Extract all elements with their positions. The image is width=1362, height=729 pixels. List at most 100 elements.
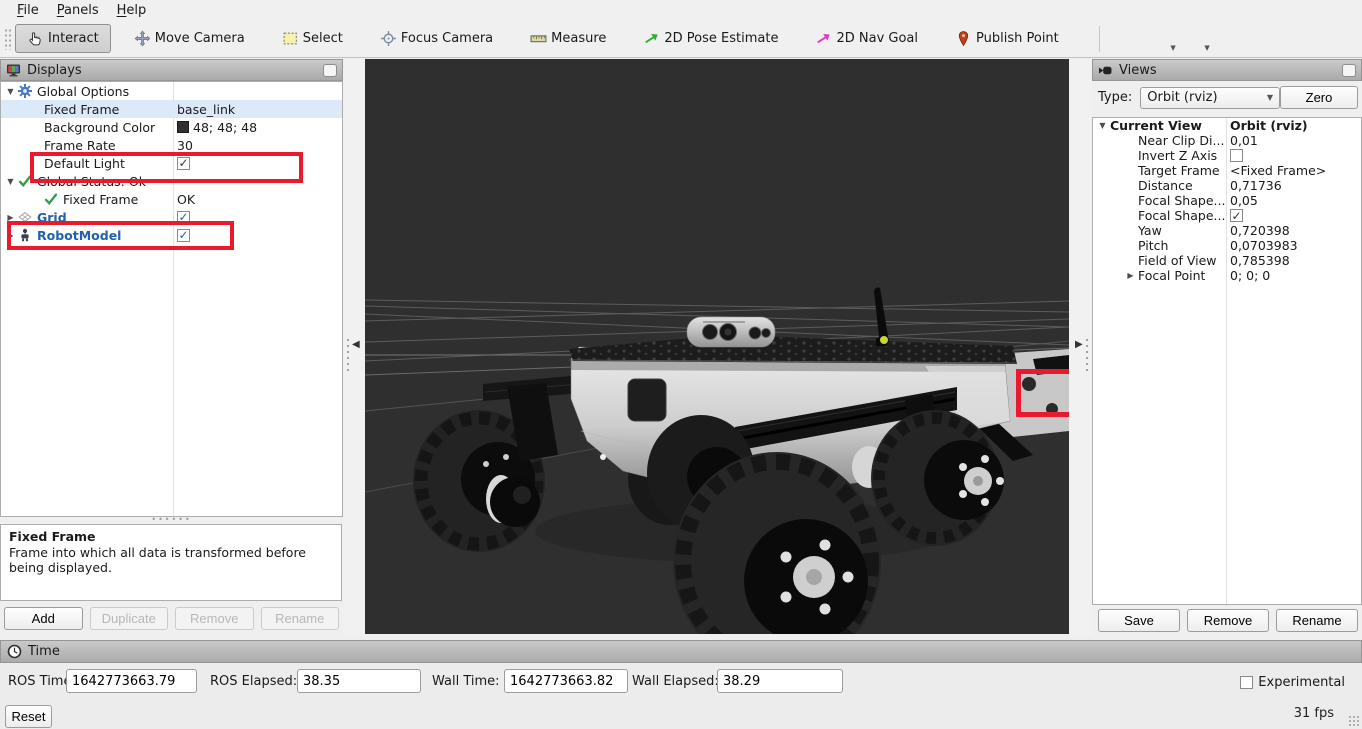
row-value[interactable]: <Fixed Frame> (1230, 163, 1326, 178)
row-value[interactable]: ✓ (177, 211, 190, 224)
fps-counter: 31 fps (1294, 706, 1334, 721)
expander-down-icon[interactable]: ▼ (1095, 121, 1110, 130)
tool-publish-point[interactable]: Publish Point (950, 24, 1064, 53)
toolbar-drag-handle[interactable] (4, 28, 11, 50)
reset-button[interactable]: Reset (5, 705, 52, 728)
window-resize-grip[interactable] (1348, 715, 1360, 727)
expander-right-icon[interactable]: ▶ (3, 213, 18, 222)
tree-row-target-frame[interactable]: Target Frame<Fixed Frame> (1093, 163, 1361, 178)
tree-row-fixed-frame[interactable]: Fixed FrameOK (1, 190, 342, 208)
tree-row-global-options[interactable]: ▼Global Options (1, 82, 342, 100)
tree-row-near-clip-di[interactable]: Near Clip Di... 0,01 (1093, 133, 1361, 148)
tree-row-grid[interactable]: ▶Grid✓ (1, 208, 342, 226)
time-panel-title-text: Time (28, 644, 60, 659)
row-value[interactable] (1230, 149, 1243, 162)
expander-right-icon[interactable]: ▶ (3, 231, 18, 240)
row-value[interactable]: 0,785398 (1230, 253, 1290, 268)
ros-time-input[interactable] (66, 669, 197, 693)
checkbox-unchecked[interactable] (1230, 149, 1243, 162)
tree-row-current-view[interactable]: ▼Current ViewOrbit (rviz) (1093, 118, 1361, 133)
ros-elapsed-input[interactable] (297, 669, 421, 693)
row-value[interactable]: 30 (177, 138, 193, 153)
menu-bar: FilePanelsHelp (0, 0, 1362, 20)
checkbox-checked[interactable]: ✓ (177, 229, 190, 242)
tree-row-global-status-ok[interactable]: ▼Global Status: Ok (1, 172, 342, 190)
row-value[interactable]: 0,01 (1230, 133, 1258, 148)
magenta-arrow-icon (815, 30, 832, 47)
left-panel-splitter[interactable]: ◀ (343, 59, 365, 635)
tree-row-default-light[interactable]: Default Light ✓ (1, 154, 342, 172)
tree-row-invert-z-axis[interactable]: Invert Z Axis (1093, 148, 1361, 163)
tool-label: Publish Point (976, 31, 1059, 46)
row-value[interactable]: 0,05 (1230, 193, 1258, 208)
tool-visibility-button[interactable]: ▼ (1180, 25, 1210, 53)
row-value[interactable]: 0,720398 (1230, 223, 1290, 238)
time-panel-title: Time (0, 640, 1362, 663)
checkbox-checked[interactable]: ✓ (177, 211, 190, 224)
chevron-down-icon[interactable]: ▼ (1170, 44, 1175, 52)
tool-measure[interactable]: Measure (525, 24, 611, 53)
display-remove-button: Remove (175, 607, 254, 630)
row-value[interactable]: base_link (177, 102, 235, 117)
row-value[interactable]: Orbit (rviz) (1230, 118, 1308, 133)
tree-row-yaw[interactable]: Yaw0,720398 (1093, 223, 1361, 238)
remove-tool-button[interactable]: ▼ (1146, 25, 1176, 53)
tree-row-robotmodel[interactable]: ▶RobotModel✓ (1, 226, 342, 244)
panel-float-button[interactable] (323, 64, 337, 77)
row-value[interactable]: ✓ (177, 229, 190, 242)
row-value[interactable]: 0,71736 (1230, 178, 1282, 193)
collapse-right-arrow-icon[interactable]: ▶ (1075, 339, 1083, 350)
tree-row-fixed-frame[interactable]: Fixed Framebase_link (1, 100, 342, 118)
checkbox-checked[interactable]: ✓ (1230, 209, 1243, 222)
tool-focus-camera[interactable]: Focus Camera (375, 24, 498, 53)
wall-elapsed-input[interactable] (717, 669, 843, 693)
help-splitter-handle[interactable]: •••••• (0, 517, 343, 524)
panel-float-button[interactable] (1342, 64, 1356, 77)
display-add-button[interactable]: Add (4, 607, 83, 630)
tool-select[interactable]: Select (277, 24, 348, 53)
row-value[interactable]: ✓ (177, 157, 190, 170)
value-text: 30 (177, 138, 193, 153)
row-label: Default Light (44, 156, 125, 171)
expander-down-icon[interactable]: ▼ (3, 177, 18, 186)
tree-row-distance[interactable]: Distance0,71736 (1093, 178, 1361, 193)
tool-2d-pose-estimate[interactable]: 2D Pose Estimate (638, 24, 783, 53)
tree-row-focal-shape[interactable]: Focal Shape...0,05 (1093, 193, 1361, 208)
row-value[interactable]: ✓ (1230, 209, 1243, 222)
view-type-dropdown[interactable]: Orbit (rviz) ▼ (1140, 87, 1280, 109)
menu-help[interactable]: Help (108, 2, 156, 19)
tree-row-focal-point[interactable]: ▶Focal Point0; 0; 0 (1093, 268, 1361, 283)
tool-interact[interactable]: Interact (15, 24, 111, 53)
wall-time-input[interactable] (504, 669, 628, 693)
tool-move-camera[interactable]: Move Camera (129, 24, 250, 53)
tool-2d-nav-goal[interactable]: 2D Nav Goal (810, 24, 923, 53)
expander-right-icon[interactable]: ▶ (1123, 271, 1138, 280)
menu-panels[interactable]: Panels (48, 2, 108, 19)
tree-row-field-of-view[interactable]: Field of View0,785398 (1093, 253, 1361, 268)
view-remove-button[interactable]: Remove (1187, 609, 1269, 632)
view-rename-button[interactable]: Rename (1276, 609, 1358, 632)
chevron-down-icon[interactable]: ▼ (1204, 44, 1209, 52)
help-text: Frame into which all data is transformed… (9, 545, 333, 576)
row-value[interactable]: 0; 0; 0 (1230, 268, 1270, 283)
row-value[interactable]: 0,0703983 (1230, 238, 1298, 253)
checkbox-checked[interactable]: ✓ (177, 157, 190, 170)
view-save-button[interactable]: Save (1098, 609, 1180, 632)
experimental-checkbox[interactable] (1240, 676, 1253, 689)
3d-viewport[interactable] (365, 59, 1069, 634)
row-label: Background Color (44, 120, 155, 135)
tree-row-pitch[interactable]: Pitch0,0703983 (1093, 238, 1361, 253)
tree-row-focal-shape[interactable]: Focal Shape...✓ (1093, 208, 1361, 223)
row-value[interactable]: 48; 48; 48 (177, 120, 257, 135)
right-panel-splitter[interactable]: ▶ (1069, 59, 1092, 635)
row-label: Near Clip Di... (1138, 133, 1224, 148)
row-value[interactable]: OK (177, 192, 195, 207)
zero-button[interactable]: Zero (1280, 86, 1358, 109)
hand-icon (27, 30, 44, 47)
add-tool-button[interactable] (1112, 25, 1142, 53)
tree-row-background-color[interactable]: Background Color 48; 48; 48 (1, 118, 342, 136)
menu-file[interactable]: File (8, 2, 48, 19)
tree-row-frame-rate[interactable]: Frame Rate30 (1, 136, 342, 154)
expander-down-icon[interactable]: ▼ (3, 87, 18, 96)
collapse-left-arrow-icon[interactable]: ◀ (352, 339, 360, 350)
